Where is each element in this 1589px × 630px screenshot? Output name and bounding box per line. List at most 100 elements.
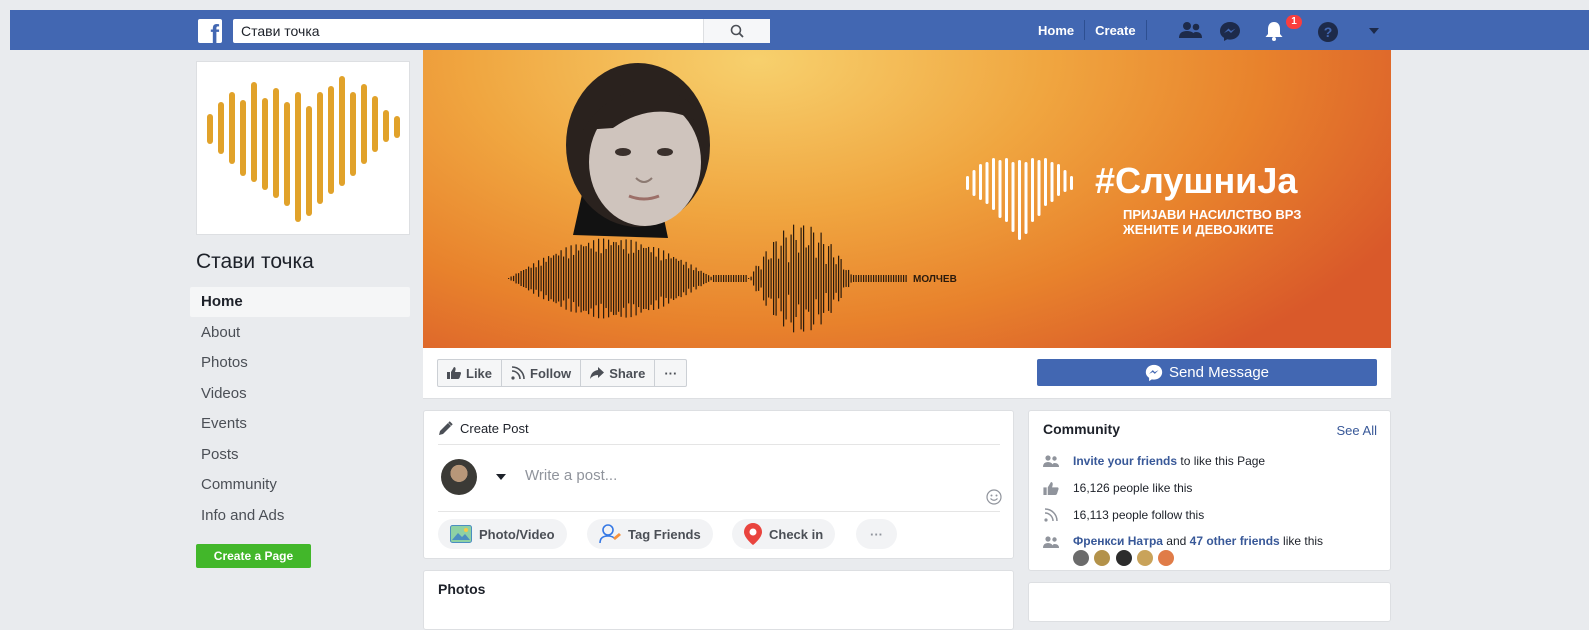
notifications-bell-icon[interactable] — [1264, 21, 1284, 41]
tag-friends-button[interactable]: Tag Friends — [587, 519, 713, 549]
soundwave-bar — [855, 275, 857, 282]
sidebar-item-community[interactable]: Community — [190, 470, 410, 500]
other-friends-link[interactable]: 47 other friends — [1190, 534, 1280, 548]
soundwave-bar — [555, 253, 557, 304]
see-all-link[interactable]: See All — [1337, 423, 1377, 438]
soundwave-bar — [790, 234, 792, 323]
photos-card-title[interactable]: Photos — [438, 581, 485, 597]
soundwave-bar — [508, 278, 510, 279]
soundwave-bar — [890, 275, 892, 282]
soundwave-bar — [835, 264, 837, 293]
page-profile-picture[interactable] — [196, 61, 410, 235]
search-button[interactable] — [703, 19, 770, 43]
soundwave-bar — [813, 232, 815, 325]
sidebar-item-events[interactable]: Events — [190, 409, 410, 439]
soundwave-bar — [535, 267, 537, 290]
soundwave-bar — [728, 275, 730, 282]
check-in-label: Check in — [769, 526, 824, 542]
soundwave-bar — [785, 237, 787, 320]
soundwave-bar — [640, 244, 642, 313]
soundwave-bar — [770, 258, 772, 299]
community-card-title[interactable]: Community — [1043, 421, 1120, 437]
soundwave-bar — [750, 276, 752, 281]
soundwave-bar — [698, 271, 700, 286]
community-friends-row: Френкси Натра and 47 other friends like … — [1043, 534, 1323, 569]
heart-wave-bar — [1011, 162, 1015, 232]
soundwave-illustration — [508, 224, 907, 333]
more-post-options-label: ··· — [870, 526, 883, 542]
soundwave-bar — [530, 267, 532, 290]
soundwave-bar — [883, 275, 885, 282]
nav-create-link[interactable]: Create — [1085, 23, 1145, 38]
page-title: Стави точка — [196, 250, 314, 273]
invite-friends-link[interactable]: Invite your friends — [1073, 454, 1177, 468]
sidebar-item-videos[interactable]: Videos — [190, 379, 410, 409]
create-post-header[interactable]: Create Post — [438, 421, 529, 436]
friend-avatar[interactable] — [1115, 550, 1132, 566]
soundwave-bar — [608, 239, 610, 318]
search-input[interactable] — [233, 19, 719, 43]
check-in-button[interactable]: Check in — [732, 519, 836, 549]
soundwave-bar — [578, 250, 580, 307]
soundwave-bar — [533, 263, 535, 294]
svg-text:?: ? — [1324, 24, 1333, 40]
soundwave-bar — [788, 262, 790, 295]
thumbs-up-icon — [1043, 481, 1059, 495]
soundwave-bar — [843, 269, 845, 288]
heart-wave-bar — [992, 158, 995, 210]
friend-avatar[interactable] — [1158, 550, 1175, 566]
sidebar-item-info-and-ads[interactable]: Info and Ads — [190, 501, 410, 531]
soundwave-bar — [690, 264, 692, 293]
like-button[interactable]: Like — [438, 360, 503, 386]
friend-avatar[interactable] — [1073, 550, 1089, 566]
send-message-button[interactable]: Send Message — [1037, 359, 1377, 386]
soundwave-bar — [708, 275, 710, 282]
soundwave-bar — [870, 275, 872, 282]
messenger-icon[interactable] — [1219, 21, 1241, 41]
friend-name-link[interactable]: Френкси Натра — [1073, 534, 1163, 548]
nav-home-link[interactable]: Home — [1028, 23, 1084, 38]
soundwave-bar — [755, 265, 757, 292]
page-action-bar: Like Follow Share ··· Send Message — [423, 348, 1391, 399]
user-avatar[interactable] — [441, 459, 477, 495]
soundwave-bar — [523, 269, 525, 288]
cover-photo[interactable]: #СлушниЈа ПРИЈАВИ НАСИЛСТВО ВРЗ ЖЕНИТЕ И… — [423, 50, 1391, 348]
friend-requests-icon[interactable] — [1178, 21, 1204, 39]
soundwave-bar — [880, 275, 882, 282]
soundwave-bar — [665, 259, 667, 298]
soundwave-bar — [635, 241, 637, 316]
follow-button[interactable]: Follow — [502, 360, 582, 386]
friend-avatar[interactable] — [1094, 550, 1111, 566]
soundwave-bar — [630, 239, 632, 318]
soundwave-bar — [760, 269, 762, 288]
sidebar-item-about[interactable]: About — [190, 318, 410, 348]
create-page-button[interactable]: Create a Page — [196, 544, 311, 568]
more-actions-button[interactable]: ··· — [655, 360, 686, 386]
friends-like-text: Френкси Натра and 47 other friends like … — [1073, 534, 1323, 569]
more-post-options-button[interactable]: ··· — [856, 519, 897, 549]
soundwave-bar — [840, 259, 842, 298]
soundwave-bar — [615, 242, 617, 315]
soundwave-bar — [515, 273, 517, 284]
sidebar-item-posts[interactable]: Posts — [190, 440, 410, 470]
sidebar-item-home[interactable]: Home — [190, 287, 410, 317]
soundwave-bar — [783, 230, 785, 327]
heart-wave-bar — [1005, 158, 1008, 222]
soundwave-bar — [803, 225, 805, 332]
emoji-icon[interactable] — [986, 489, 1002, 505]
account-menu-caret-icon[interactable] — [1368, 27, 1380, 35]
send-message-label: Send Message — [1168, 364, 1270, 381]
pencil-icon — [439, 421, 453, 435]
sidebar-item-photos[interactable]: Photos — [190, 348, 410, 378]
soundwave-bar — [538, 260, 540, 297]
friend-avatar[interactable] — [1137, 550, 1154, 566]
facebook-logo-icon[interactable]: f — [198, 19, 222, 43]
photo-video-button[interactable]: Photo/Video — [438, 519, 567, 549]
soundwave-bar — [808, 245, 810, 312]
write-post-input[interactable]: Write a post... — [525, 467, 617, 484]
soundwave-bar — [758, 266, 760, 291]
help-icon[interactable]: ? — [1317, 21, 1339, 43]
audience-caret-icon[interactable] — [496, 474, 506, 480]
share-button[interactable]: Share — [581, 360, 656, 386]
soundwave-bar — [838, 255, 840, 302]
